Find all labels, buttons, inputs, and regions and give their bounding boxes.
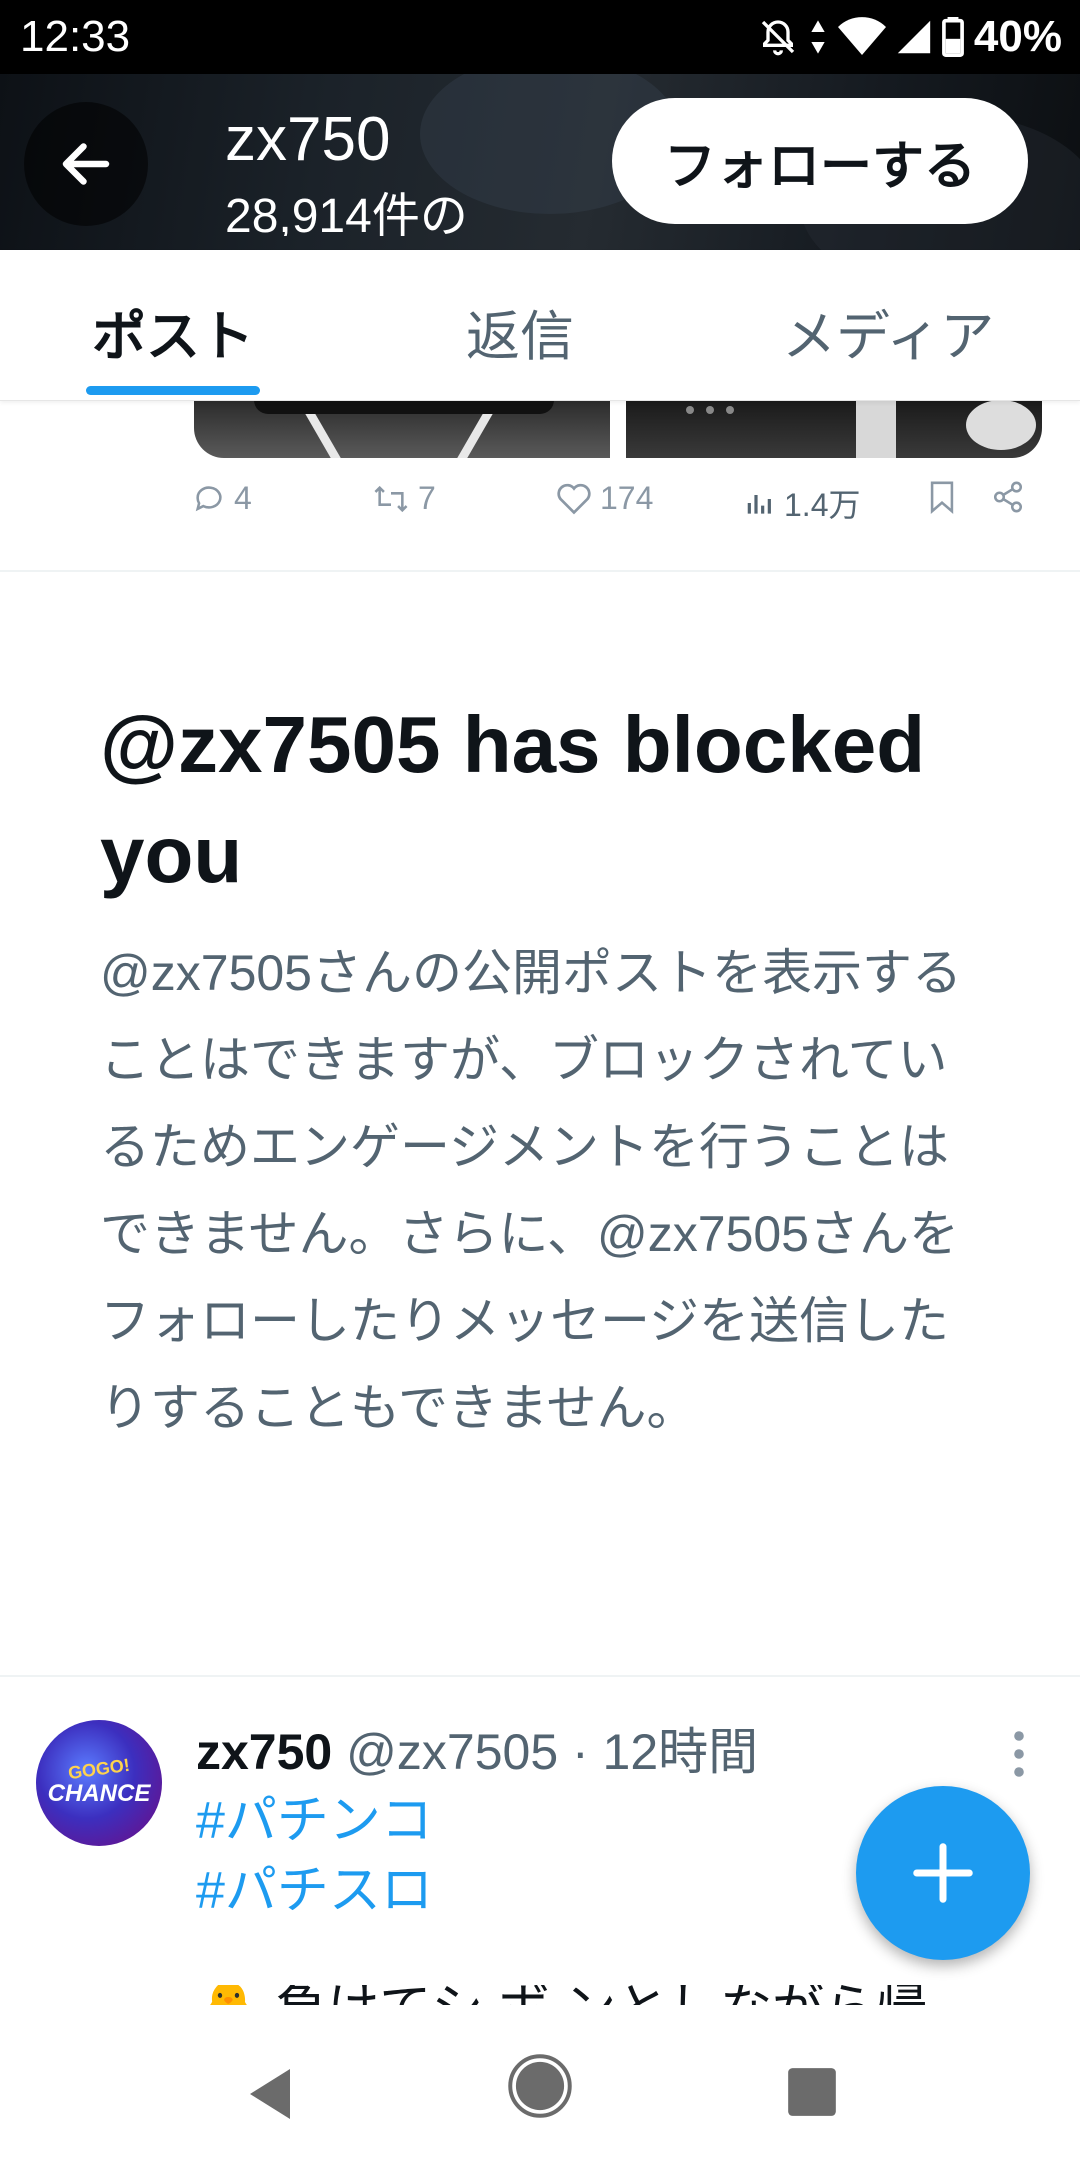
nav-home-button[interactable]: [506, 2052, 574, 2125]
tab-posts[interactable]: ポスト: [92, 292, 254, 371]
reply-icon: [195, 485, 222, 511]
reply-action[interactable]: 4: [192, 480, 252, 517]
profile-tabs: ポスト 返信 メディア: [0, 250, 1080, 401]
views-action[interactable]: 1.4万: [744, 480, 861, 526]
status-icons: 40%: [758, 12, 1062, 62]
bookmark-action[interactable]: [926, 480, 958, 514]
blocked-description: @zx7505さんの公開ポストを表示することはできますが、ブロックされているため…: [100, 945, 962, 1436]
more-options-icon[interactable]: [1004, 1724, 1034, 1784]
tab-media[interactable]: メディア: [782, 292, 994, 371]
data-arrows-icon: [811, 20, 825, 54]
like-count: 174: [600, 480, 654, 516]
signal-icon: [897, 20, 931, 54]
bell-off-icon: [761, 20, 795, 56]
status-bar: 12:33 40%: [0, 0, 1080, 74]
profile-header: zx750 28,914件の フォローする: [0, 74, 1080, 250]
plus-icon: [913, 1843, 973, 1903]
views-chart-icon: [747, 495, 771, 514]
nav-back-button[interactable]: [240, 2064, 300, 2129]
arrow-left-icon: [62, 143, 110, 185]
avatar-text-2: CHANCE: [47, 1779, 151, 1807]
nav-recents-button[interactable]: [786, 2066, 838, 2123]
hashtag-link[interactable]: #パチンコ: [196, 1778, 433, 1853]
tweet-media-2[interactable]: [626, 400, 1042, 458]
views-count: 1.4万: [784, 487, 861, 523]
back-button[interactable]: [24, 102, 148, 226]
previous-tweet: 4 7 174 1.4万: [0, 400, 1080, 570]
repost-icon: [374, 485, 408, 512]
status-time: 12:33: [20, 12, 131, 61]
tab-active-indicator: [86, 386, 260, 395]
follow-button[interactable]: フォローする: [612, 98, 1028, 224]
heart-icon: [557, 483, 591, 514]
battery-percent: 40%: [973, 12, 1062, 61]
profile-name: zx750: [225, 105, 391, 174]
repost-count: 7: [418, 480, 436, 516]
reply-count: 4: [234, 480, 252, 516]
blocked-title: @zx7505 has blocked you: [100, 700, 926, 899]
post-count: 28,914件の: [225, 186, 468, 236]
post-count-text: 28,914件の: [225, 190, 468, 236]
system-nav-bar: [0, 2006, 1080, 2160]
wifi-icon: [837, 17, 886, 55]
divider: [0, 1675, 1080, 1677]
compose-button[interactable]: [856, 1786, 1030, 1960]
tweet-actions: 4 7 174 1.4万: [0, 480, 1080, 540]
avatar[interactable]: GOGO! CHANCE: [36, 1720, 162, 1846]
triangle-back-icon: [250, 2069, 290, 2119]
tweet-author-name[interactable]: zx750: [196, 1724, 332, 1780]
share-action[interactable]: [990, 480, 1026, 514]
square-recents-icon: [788, 2068, 836, 2116]
share-icon: [993, 481, 1023, 513]
tab-replies[interactable]: 返信: [466, 292, 574, 371]
bookmark-icon: [930, 481, 954, 514]
tweet-media-1[interactable]: [194, 400, 610, 458]
circle-home-icon: [508, 2054, 572, 2118]
divider: [0, 570, 1080, 572]
tweet-meta: @zx7505 · 12時間: [346, 1724, 759, 1780]
tweet-text: 🐥 負けてシ ボ ンとしながら帰: [196, 1985, 1016, 2005]
battery-icon: [942, 17, 964, 57]
tweet-header: zx750 @zx7505 · 12時間: [196, 1712, 758, 1784]
tweet-text-clipped: 🐥 負けてシ ボ ンとしながら帰: [196, 1985, 1016, 2005]
hashtag-link[interactable]: #パチスロ: [196, 1848, 433, 1923]
repost-action[interactable]: 7: [372, 480, 436, 517]
like-action[interactable]: 174: [556, 480, 653, 517]
